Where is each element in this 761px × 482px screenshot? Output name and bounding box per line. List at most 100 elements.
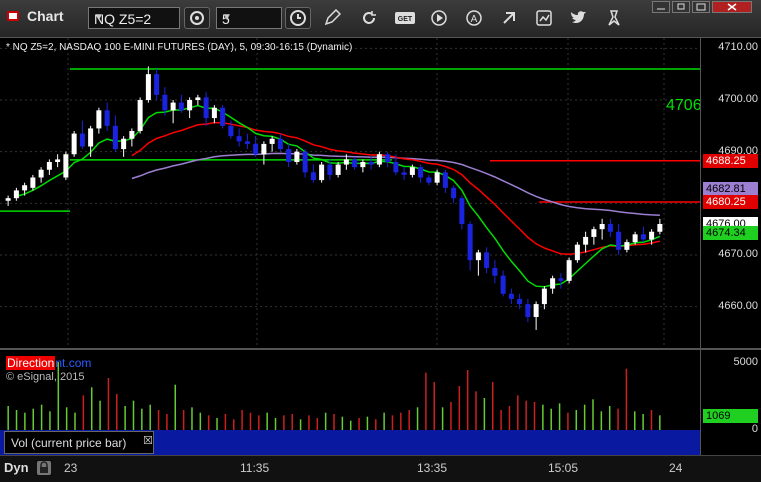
price-tick-label: 4660.00 xyxy=(718,299,758,312)
candle-body xyxy=(624,242,630,250)
candle-body xyxy=(442,172,448,188)
candle-body xyxy=(335,164,341,175)
restore-icon[interactable] xyxy=(672,1,690,13)
candle-body xyxy=(484,252,490,268)
candle-body xyxy=(401,172,407,175)
symbol-link-button[interactable] xyxy=(184,7,210,29)
candle-body xyxy=(607,224,613,232)
candle-body xyxy=(121,138,127,150)
time-axis[interactable]: Dyn 23 11:35 13:35 15:05 24 xyxy=(0,455,761,482)
candle-body xyxy=(352,159,358,168)
candle-body xyxy=(525,304,531,317)
candle-body xyxy=(261,143,267,155)
volume-label-text: Vol (current price bar) xyxy=(11,436,127,450)
candle-body xyxy=(599,224,605,230)
candle-body xyxy=(195,97,201,100)
candle-body xyxy=(327,164,333,175)
volume-plot[interactable] xyxy=(0,350,700,430)
refresh-icon[interactable] xyxy=(360,9,378,27)
close-icon[interactable]: ☒ xyxy=(143,434,153,447)
candle-body xyxy=(616,231,622,250)
chevron-down-icon: ▼ xyxy=(222,12,232,23)
candle-body xyxy=(269,138,275,144)
price-tag: 4680.25 xyxy=(703,195,758,210)
candle-body xyxy=(38,169,44,178)
time-label: 13:35 xyxy=(417,461,448,475)
candle-body xyxy=(96,110,102,129)
chart-settings-icon[interactable] xyxy=(535,9,553,27)
dynamic-mode-label[interactable]: Dyn xyxy=(4,460,29,475)
candle-body xyxy=(451,187,457,199)
lock-icon[interactable] xyxy=(36,460,52,476)
volume-tick-label: 0 xyxy=(751,423,758,435)
candle-body xyxy=(88,128,94,147)
candle-body xyxy=(13,190,19,199)
volume-axis[interactable]: 5000 0 1069 xyxy=(700,350,761,455)
gear-icon xyxy=(190,11,204,25)
candle-body xyxy=(574,244,580,261)
candle-body xyxy=(63,154,69,178)
candle-body xyxy=(475,252,481,261)
candle-body xyxy=(286,149,292,162)
interval-input[interactable]: 5 ▼ xyxy=(216,7,282,29)
price-tag: 4674.34 xyxy=(703,225,758,240)
symbol-input[interactable]: NQ Z5=2 ▼ xyxy=(88,7,180,29)
link-icon[interactable] xyxy=(500,9,518,27)
maximize-icon[interactable] xyxy=(692,1,710,13)
interval-clock-button[interactable] xyxy=(285,7,311,29)
candle-body xyxy=(137,100,143,131)
ribbon-icon[interactable] xyxy=(605,9,623,27)
candle-body xyxy=(500,275,506,294)
candle-body xyxy=(302,151,308,173)
candle-body xyxy=(145,74,151,100)
candle-body xyxy=(253,143,259,155)
time-label: 11:35 xyxy=(240,461,270,475)
alert-icon[interactable]: A xyxy=(465,9,483,27)
twitter-icon[interactable] xyxy=(570,9,588,27)
pencil-icon[interactable] xyxy=(323,9,341,27)
price-axis[interactable]: 4710.004700.004690.004680.004670.004660.… xyxy=(700,38,761,348)
candle-body xyxy=(426,177,432,183)
candle-body xyxy=(187,100,193,111)
minimize-icon[interactable] xyxy=(652,1,670,13)
candle-body xyxy=(162,94,168,111)
candle-body xyxy=(459,198,465,224)
price-tag: 4688.25 xyxy=(703,153,758,168)
price-tag: 4682.81 xyxy=(703,181,758,196)
candle-body xyxy=(360,162,366,168)
candle-body xyxy=(376,154,382,165)
candle-body xyxy=(104,110,110,126)
candle-body xyxy=(319,164,325,181)
candle-body xyxy=(294,151,300,162)
candle-body xyxy=(46,162,52,170)
close-icon[interactable] xyxy=(712,1,752,13)
candle-body xyxy=(533,304,539,317)
candle-body xyxy=(632,234,638,243)
play-icon[interactable] xyxy=(430,9,448,27)
price-plot[interactable]: * NQ Z5=2, NASDAQ 100 E-MINI FUTURES (DA… xyxy=(0,38,700,383)
candle-body xyxy=(211,107,217,119)
candle-body xyxy=(71,133,77,155)
candle-body xyxy=(129,131,135,139)
candle-body xyxy=(343,159,349,165)
candle-body xyxy=(368,162,374,165)
volume-study-label[interactable]: Vol (current price bar) ☒ xyxy=(4,431,154,454)
time-label: 24 xyxy=(669,461,683,475)
candle-body xyxy=(393,162,399,173)
candle-body xyxy=(492,267,498,276)
candle-body xyxy=(640,234,646,240)
red-indicator-line xyxy=(131,121,661,256)
svg-text:GET: GET xyxy=(398,16,413,23)
candle-body xyxy=(220,107,226,126)
time-label: 15:05 xyxy=(548,461,579,475)
candle-body xyxy=(657,224,663,232)
get-quote-icon[interactable]: GET xyxy=(394,9,416,27)
candle-body xyxy=(236,136,242,142)
candle-body xyxy=(591,229,597,237)
volume-current-tag: 1069 xyxy=(703,408,758,423)
candle-body xyxy=(55,159,61,162)
candle-body xyxy=(79,133,85,147)
price-tick-label: 4710.00 xyxy=(718,41,758,54)
candle-body xyxy=(550,278,556,289)
candle-body xyxy=(541,288,547,305)
